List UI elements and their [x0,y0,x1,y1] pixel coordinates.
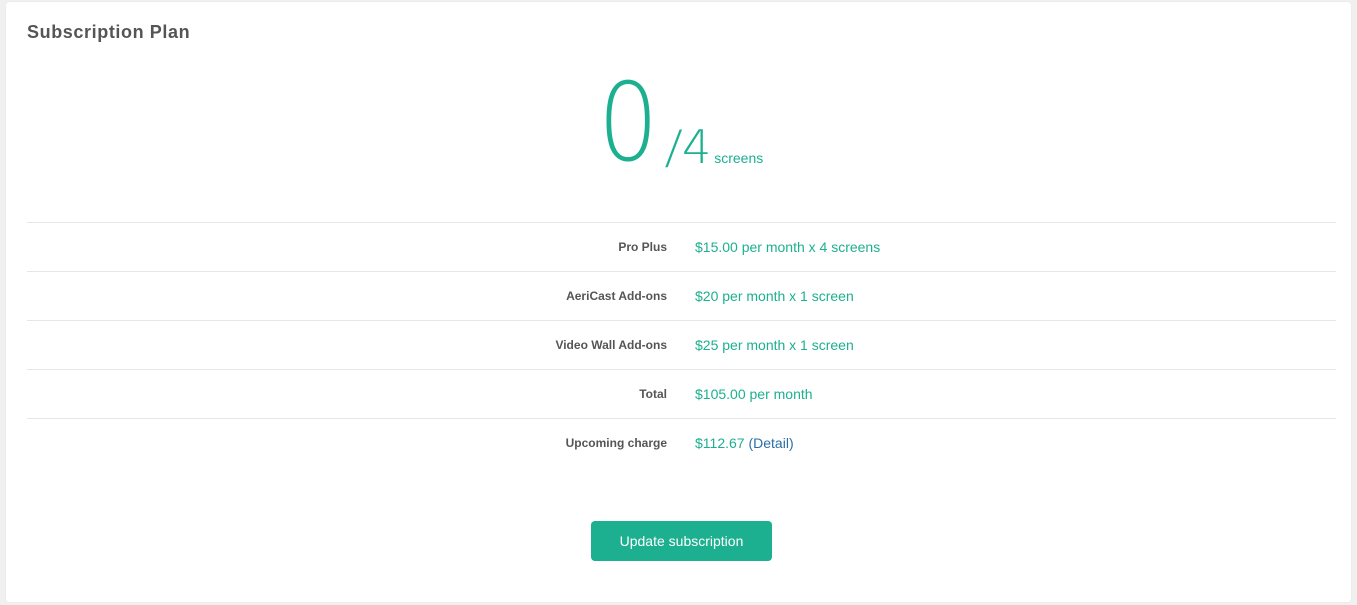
detail-label: Upcoming charge [565,436,667,450]
used-screens-count: 0 [597,61,658,186]
link-text[interactable]: Detail [753,435,789,451]
detail-row-aericast-addons: AeriCast Add-ons $20 per month x 1 scree… [27,272,1336,321]
plan-details: Pro Plus $15.00 per month x 4 screens Ae… [27,222,1336,467]
detail-label: Video Wall Add-ons [555,338,667,352]
subscription-plan-card: Subscription Plan 0 / 4 screens Pro Plus… [6,2,1351,602]
charge-detail-link[interactable]: (Detail) [748,435,793,451]
detail-value: $20 per month x 1 screen [695,288,854,304]
update-subscription-button[interactable]: Update subscription [591,521,772,561]
upcoming-charge-amount: $112.67 [695,435,745,451]
detail-row-video-wall-addons: Video Wall Add-ons $25 per month x 1 scr… [27,321,1336,370]
card-title: Subscription Plan [27,22,191,42]
screen-usage: 0 / 4 screens [6,68,1351,178]
detail-value: $15.00 per month x 4 screens [695,239,881,255]
detail-row-upcoming-charge: Upcoming charge $112.67 (Detail) [27,419,1336,467]
detail-label: Pro Plus [618,240,667,254]
detail-label: Total [639,387,667,401]
total-screens-count: 4 [681,120,712,174]
usage-unit: screens [714,150,764,166]
link-close-paren: ) [788,435,794,451]
detail-value: $105.00 per month [695,386,813,402]
usage-separator: / [664,120,684,174]
detail-value: $25 per month x 1 screen [695,337,854,353]
detail-label: AeriCast Add-ons [566,289,667,303]
detail-value: $112.67 (Detail) [695,435,794,451]
detail-row-pro-plus: Pro Plus $15.00 per month x 4 screens [27,223,1336,272]
detail-row-total: Total $105.00 per month [27,370,1336,419]
